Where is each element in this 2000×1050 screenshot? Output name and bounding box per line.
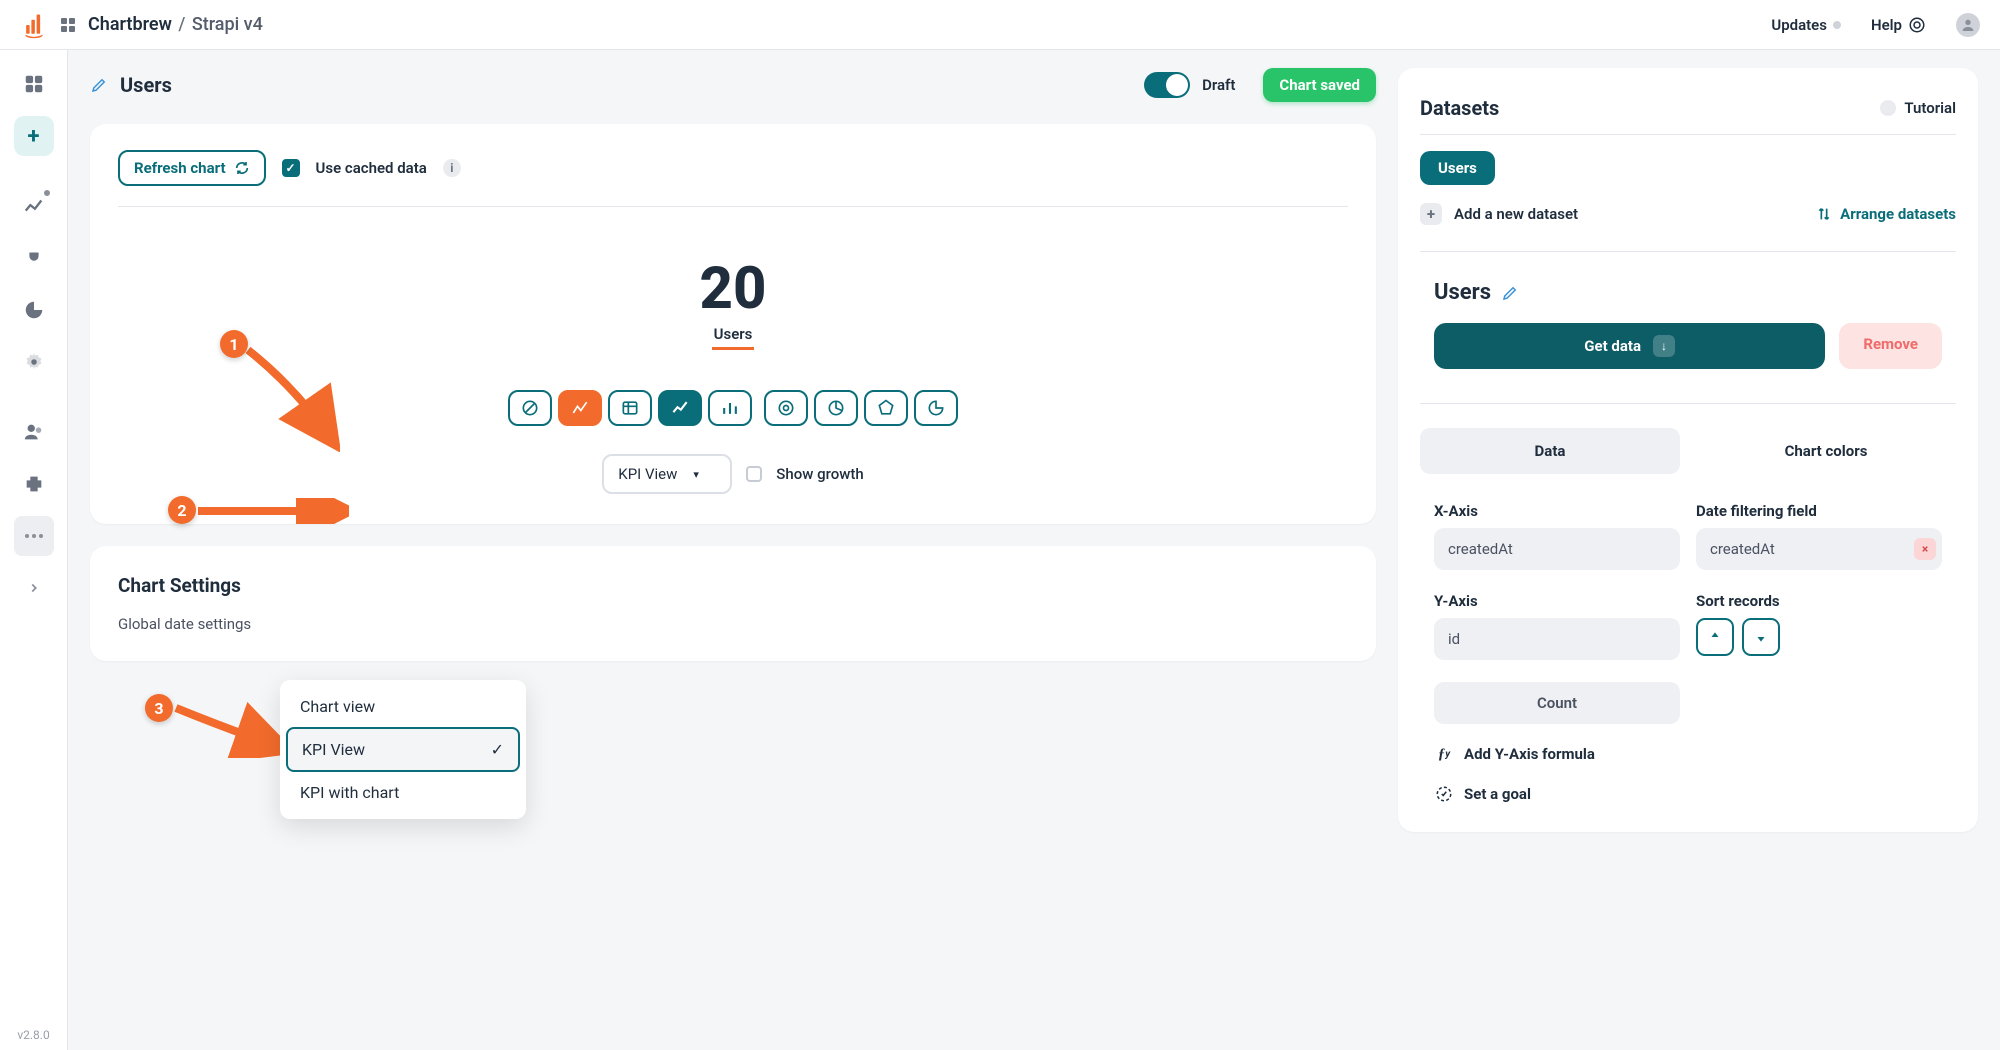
charttype-polar[interactable]	[914, 390, 958, 426]
add-yaxis-formula[interactable]: ƒy Add Y-Axis formula	[1420, 744, 1956, 764]
charttype-kpi[interactable]	[558, 390, 602, 426]
add-dataset-button[interactable]: + Add a new dataset	[1420, 203, 1578, 225]
pencil-icon[interactable]	[90, 76, 108, 94]
tutorial-link[interactable]: Tutorial	[1880, 99, 1956, 117]
aggregate-select[interactable]: Count	[1434, 682, 1680, 724]
annotation-arrow-1	[240, 342, 340, 452]
annotation-3: 3	[145, 694, 173, 722]
kpi-value: 20	[700, 255, 767, 323]
annotation-2: 2	[168, 496, 196, 524]
breadcrumb-root[interactable]: Chartbrew	[88, 14, 172, 35]
view-mode-select[interactable]: KPI View ▾	[602, 454, 732, 494]
check-icon: ✓	[491, 740, 504, 759]
sidebar-plug-icon[interactable]	[14, 238, 54, 278]
charttype-pie[interactable]	[814, 390, 858, 426]
view-mode-current: KPI View	[618, 465, 677, 483]
view-mode-dropdown: Chart view KPI View ✓ KPI with chart	[280, 680, 526, 819]
badge-dot	[44, 190, 50, 196]
charttype-table[interactable]	[608, 390, 652, 426]
edit-dataset-icon[interactable]	[1501, 284, 1519, 302]
xaxis-input[interactable]: createdAt	[1434, 528, 1680, 570]
arrange-icon	[1816, 206, 1832, 222]
plus-icon: +	[1420, 203, 1442, 225]
refresh-chart-label: Refresh chart	[134, 159, 226, 177]
sidebar-add[interactable]: +	[14, 116, 54, 156]
charttype-doughnut[interactable]	[764, 390, 808, 426]
sidebar-collapse-icon[interactable]	[14, 568, 54, 608]
opt-kpi-with-chart[interactable]: KPI with chart	[286, 772, 520, 813]
charttype-line[interactable]	[658, 390, 702, 426]
charttype-radar[interactable]	[864, 390, 908, 426]
annotation-arrow-2	[194, 498, 349, 524]
sort-asc-button[interactable]	[1696, 618, 1734, 656]
sidebar-gear-icon[interactable]	[14, 342, 54, 382]
opt-kpi-view[interactable]: KPI View ✓	[286, 727, 520, 772]
chart-settings-title: Chart Settings	[118, 574, 1348, 597]
datasets-title: Datasets	[1420, 96, 1499, 120]
datefilter-input[interactable]: createdAt ×	[1696, 528, 1942, 570]
avatar[interactable]	[1956, 13, 1980, 37]
annotation-arrow-3	[170, 688, 290, 758]
arrange-datasets-button[interactable]: Arrange datasets	[1816, 205, 1956, 223]
datefilter-label: Date filtering field	[1696, 502, 1942, 520]
grid-icon[interactable]	[60, 17, 76, 33]
cached-info-icon[interactable]: i	[443, 159, 461, 177]
tutorial-icon	[1880, 100, 1896, 116]
show-growth-label: Show growth	[776, 465, 863, 483]
page-title: Users	[120, 73, 172, 97]
yaxis-label: Y-Axis	[1434, 592, 1680, 610]
updates-link[interactable]: Updates	[1771, 16, 1841, 34]
help-link[interactable]: Help	[1871, 16, 1926, 34]
yaxis-input[interactable]: id	[1434, 618, 1680, 660]
version-label: v2.8.0	[17, 1028, 49, 1042]
sidebar-puzzle-icon[interactable]	[14, 464, 54, 504]
sidebar-users-icon[interactable]	[14, 412, 54, 452]
cached-label: Use cached data	[316, 159, 427, 177]
kpi-label: Users	[712, 323, 755, 350]
tab-data[interactable]: Data	[1420, 428, 1680, 474]
chartbrew-logo	[20, 11, 48, 39]
sidebar-dashboard[interactable]	[14, 64, 54, 104]
sidebar-more-icon[interactable]	[14, 516, 54, 556]
download-icon: ↓	[1653, 335, 1675, 357]
tab-chart-colors[interactable]: Chart colors	[1696, 428, 1956, 474]
sort-desc-button[interactable]	[1742, 618, 1780, 656]
charttype-bar[interactable]	[708, 390, 752, 426]
chart-saved-badge: Chart saved	[1263, 68, 1376, 102]
breadcrumb-sep: /	[176, 14, 187, 35]
breadcrumb-project[interactable]: Strapi v4	[192, 14, 263, 35]
lifebuoy-icon	[1908, 16, 1926, 34]
chevron-down-icon: ▾	[693, 468, 699, 481]
show-growth-checkbox[interactable]	[746, 466, 762, 482]
sort-label: Sort records	[1696, 592, 1942, 610]
get-data-button[interactable]: Get data ↓	[1434, 323, 1825, 369]
dataset-chip-users[interactable]: Users	[1420, 151, 1495, 185]
formula-icon: ƒy	[1434, 744, 1454, 764]
opt-chart-view[interactable]: Chart view	[286, 686, 520, 727]
remove-dataset-button[interactable]: Remove	[1839, 323, 1942, 369]
xaxis-label: X-Axis	[1434, 502, 1680, 520]
clear-datefilter-button[interactable]: ×	[1914, 538, 1936, 560]
set-goal[interactable]: Set a goal	[1420, 784, 1956, 804]
annotation-1: 1	[220, 330, 248, 358]
goal-icon	[1434, 784, 1454, 804]
global-date-label: Global date settings	[118, 615, 1348, 633]
dataset-name: Users	[1434, 280, 1491, 305]
cached-checkbox[interactable]	[282, 159, 300, 177]
sidebar-pie-icon[interactable]	[14, 290, 54, 330]
draft-label: Draft	[1202, 76, 1235, 94]
refresh-chart-button[interactable]: Refresh chart	[118, 150, 266, 186]
draft-toggle[interactable]	[1144, 72, 1190, 98]
charttype-none[interactable]	[508, 390, 552, 426]
breadcrumb[interactable]: Chartbrew / Strapi v4	[88, 14, 263, 35]
sidebar-chart-icon[interactable]	[14, 186, 54, 226]
updates-status-dot	[1833, 21, 1841, 29]
refresh-icon	[234, 160, 250, 176]
